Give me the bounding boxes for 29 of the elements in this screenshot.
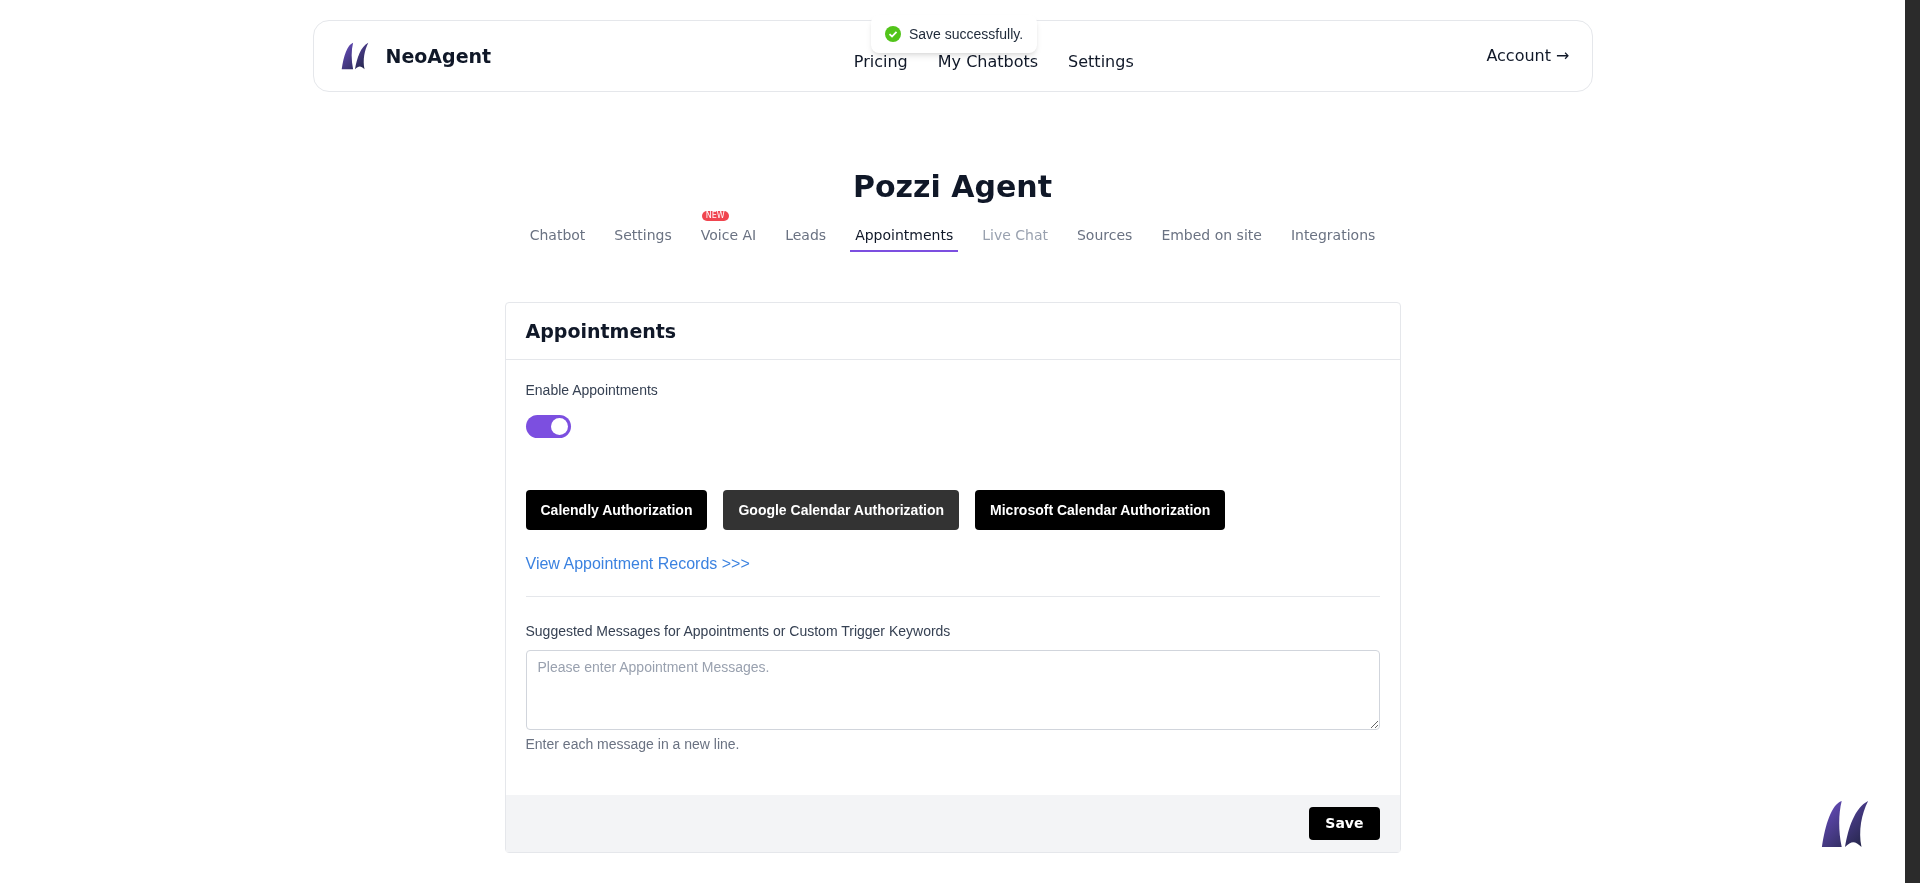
tab[interactable]: Sources — [1072, 225, 1138, 252]
toggle-label: Enable Appointments — [525, 381, 659, 400]
authorization-button[interactable]: Microsoft Calendar Authorization — [975, 490, 1226, 530]
enable-toggle[interactable] — [525, 415, 571, 438]
tab[interactable]: Voice AI — [695, 225, 762, 252]
save-button[interactable]: Save — [1309, 807, 1380, 840]
records-link[interactable]: View Appointment Records >>> — [525, 552, 750, 576]
messages-label: Suggested Messages for Appointments or Custom Trigger Keywords — [525, 622, 952, 641]
tab[interactable]: Leads — [780, 225, 832, 252]
messages-field[interactable]: Please enter Appointment Messages. — [525, 650, 1380, 730]
card-title: Appointments — [505, 303, 1400, 360]
new-badge: NEW — [701, 211, 729, 221]
tab[interactable]: Integrations — [1285, 225, 1381, 252]
brand-name: NeoAgent — [385, 43, 492, 69]
authorization-button[interactable]: Google Calendar Authorization — [723, 490, 960, 530]
nav-link[interactable]: Settings — [1068, 50, 1134, 74]
tab[interactable]: Embed on site — [1156, 225, 1267, 252]
authorization-button[interactable]: Calendly Authorization — [525, 490, 708, 530]
check-icon — [885, 26, 901, 42]
tab[interactable]: Appointments — [850, 225, 959, 252]
nav-link[interactable]: My Chatbots — [937, 50, 1039, 74]
scrollbar[interactable] — [1905, 0, 1920, 883]
toast-message: Save successfully. — [909, 24, 1024, 44]
nav-link[interactable]: Pricing — [853, 50, 908, 74]
account-link[interactable]: Account → — [1486, 44, 1570, 68]
page-title: Pozzi Agent — [853, 168, 1052, 206]
hint-text: Enter each message in a new line. — [525, 735, 741, 754]
tab[interactable]: Settings — [609, 225, 677, 252]
tab[interactable]: Chatbot — [524, 225, 591, 252]
